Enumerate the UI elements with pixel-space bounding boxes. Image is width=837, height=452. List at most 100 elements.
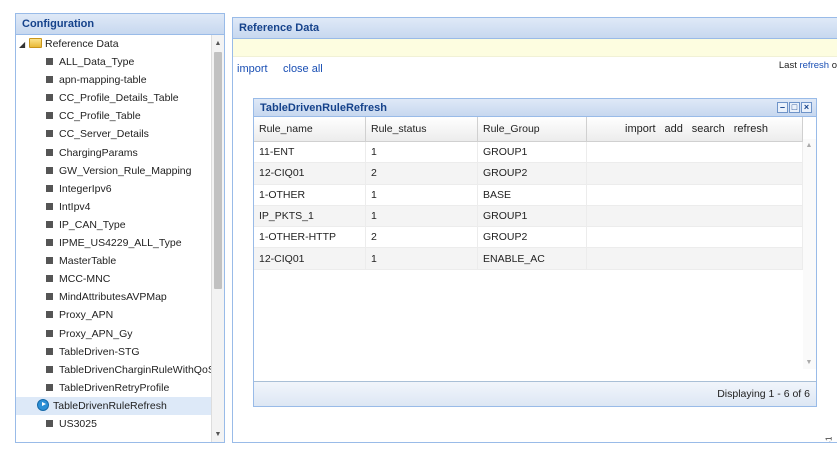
column-header[interactable]: Rule_name: [254, 117, 366, 142]
refresh-action-link[interactable]: refresh: [734, 123, 768, 135]
tree-item[interactable]: Proxy_APN_Gy: [16, 325, 212, 343]
last-refresh-suffix: o: [829, 60, 837, 71]
scrollbar-thumb[interactable]: [214, 52, 222, 289]
expand-arrow-icon[interactable]: ◢: [19, 36, 29, 54]
tree-root-reference-data[interactable]: ◢ Reference Data: [16, 35, 212, 53]
tree-root-label: Reference Data: [45, 38, 119, 50]
paging-status: Displaying 1 - 6 of 6: [717, 388, 810, 400]
table-cell: BASE: [477, 184, 587, 206]
tree-item[interactable]: ALL_Data_Type: [16, 53, 212, 71]
scroll-up-arrow-icon[interactable]: ▲: [803, 139, 815, 152]
reference-data-panel: Reference Data import close all Last ref…: [232, 17, 837, 443]
tree-item[interactable]: IntIpv4: [16, 198, 212, 216]
tree-item-label: CC_Profile_Table: [59, 110, 141, 123]
grid-scrollbar[interactable]: ▲ ▼: [803, 139, 816, 369]
info-strip: [233, 39, 837, 57]
tree-item[interactable]: US3025: [16, 415, 212, 433]
table-cell: 12-CIQ01: [254, 162, 366, 185]
search-action-link[interactable]: search: [692, 123, 725, 135]
tree-item[interactable]: MindAttributesAVPMap: [16, 288, 212, 306]
table-icon: [46, 220, 53, 228]
tree-item-label: ALL_Data_Type: [59, 56, 135, 69]
tree-item-label: ChargingParams: [59, 146, 138, 159]
last-refresh-text: Last refresh o: [779, 60, 837, 71]
close-icon[interactable]: ×: [801, 102, 812, 113]
table-cell: 2: [365, 162, 478, 185]
data-table: Rule_name Rule_status Rule_Group import …: [254, 117, 803, 270]
tree-item-label: TableDrivenRuleRefresh: [53, 399, 167, 412]
tree-item-label: TableDriven-STG: [59, 345, 140, 358]
table-row[interactable]: IP_PKTS_1 1 GROUP1: [254, 205, 803, 228]
tree-item[interactable]: Proxy_APN: [16, 306, 212, 324]
table-cell: [586, 247, 803, 270]
table-cell: [586, 184, 803, 206]
tree-item[interactable]: GW_Version_Rule_Mapping: [16, 162, 212, 180]
tree-item[interactable]: IntegerIpv6: [16, 180, 212, 198]
tree-item-label: Proxy_APN: [59, 309, 114, 322]
play-circle-icon: [37, 398, 49, 411]
table-row[interactable]: 11-ENT 1 GROUP1: [254, 141, 803, 164]
tree-item[interactable]: IPME_US4229_ALL_Type: [16, 234, 212, 252]
tree-item[interactable]: MasterTable: [16, 252, 212, 270]
table-icon: [46, 166, 53, 174]
import-link[interactable]: import: [237, 63, 268, 75]
tree-item[interactable]: ChargingParams: [16, 144, 212, 162]
tree-item[interactable]: CC_Profile_Details_Table: [16, 89, 212, 107]
maximize-icon[interactable]: □: [789, 102, 800, 113]
tree-item[interactable]: TableDrivenCharginRuleWithQoS: [16, 361, 212, 379]
table-icon: [46, 293, 53, 301]
tree-item-selected[interactable]: TableDrivenRuleRefresh: [16, 396, 212, 415]
tree-scrollbar[interactable]: ▲ ▼: [211, 35, 224, 442]
import-action-link[interactable]: import: [625, 123, 656, 135]
tree-item[interactable]: CC_Server_Details: [16, 125, 212, 143]
scroll-down-arrow-icon[interactable]: ▼: [212, 428, 224, 441]
add-action-link[interactable]: add: [665, 123, 683, 135]
table-icon: [46, 329, 53, 337]
tree-item-label: TableDrivenRetryProfile: [59, 381, 170, 394]
table-cell: IP_PKTS_1: [254, 205, 366, 228]
table-cell: 11-ENT: [254, 141, 366, 164]
last-refresh-link[interactable]: refresh: [799, 60, 829, 71]
table-icon: [46, 383, 53, 391]
table-cell: GROUP1: [477, 205, 587, 228]
table-row[interactable]: 12-CIQ01 2 GROUP2: [254, 162, 803, 185]
table-actions-header: import add search refresh: [586, 117, 803, 142]
tree-item-label: IP_CAN_Type: [59, 218, 126, 231]
table-cell: [586, 226, 803, 249]
table-icon: [46, 347, 53, 355]
table-icon: [46, 94, 53, 102]
column-header[interactable]: Rule_Group: [477, 117, 587, 142]
tree-item-label: IntIpv4: [59, 200, 91, 213]
tree-item-label: US3025: [59, 417, 97, 430]
table-icon: [46, 148, 53, 156]
grid-footer: Displaying 1 - 6 of 6: [254, 381, 816, 406]
table-row[interactable]: 1-OTHER 1 BASE: [254, 184, 803, 206]
scroll-down-arrow-icon[interactable]: ▼: [803, 356, 815, 369]
table-cell: 1: [365, 184, 478, 206]
minimize-icon[interactable]: –: [777, 102, 788, 113]
table-cell: GROUP2: [477, 226, 587, 249]
table-icon: [46, 76, 53, 84]
tree-item-label: Proxy_APN_Gy: [59, 327, 133, 340]
table-cell: [586, 162, 803, 185]
close-all-link[interactable]: close all: [283, 63, 323, 75]
table-icon: [46, 184, 53, 192]
table-row[interactable]: 12-CIQ01 1 ENABLE_AC: [254, 247, 803, 270]
tree-item[interactable]: apn-mapping-table: [16, 71, 212, 89]
folder-icon: [29, 38, 42, 48]
tree-item[interactable]: MCC-MNC: [16, 270, 212, 288]
table-icon: [46, 365, 53, 373]
table-row[interactable]: 1-OTHER-HTTP 2 GROUP2: [254, 226, 803, 249]
tree-item[interactable]: IP_CAN_Type: [16, 216, 212, 234]
figure-id-label: 352551: [825, 436, 834, 442]
tree-item[interactable]: TableDriven-STG: [16, 343, 212, 361]
tree-item[interactable]: TableDrivenRetryProfile: [16, 379, 212, 397]
reference-data-panel-title: Reference Data: [233, 18, 837, 39]
table-icon: [46, 257, 53, 265]
column-header[interactable]: Rule_status: [365, 117, 478, 142]
table-cell: 12-CIQ01: [254, 247, 366, 270]
table-icon: [46, 130, 53, 138]
scroll-up-arrow-icon[interactable]: ▲: [212, 37, 224, 50]
tree-item[interactable]: CC_Profile_Table: [16, 107, 212, 125]
tree-item-label: CC_Server_Details: [59, 128, 149, 141]
